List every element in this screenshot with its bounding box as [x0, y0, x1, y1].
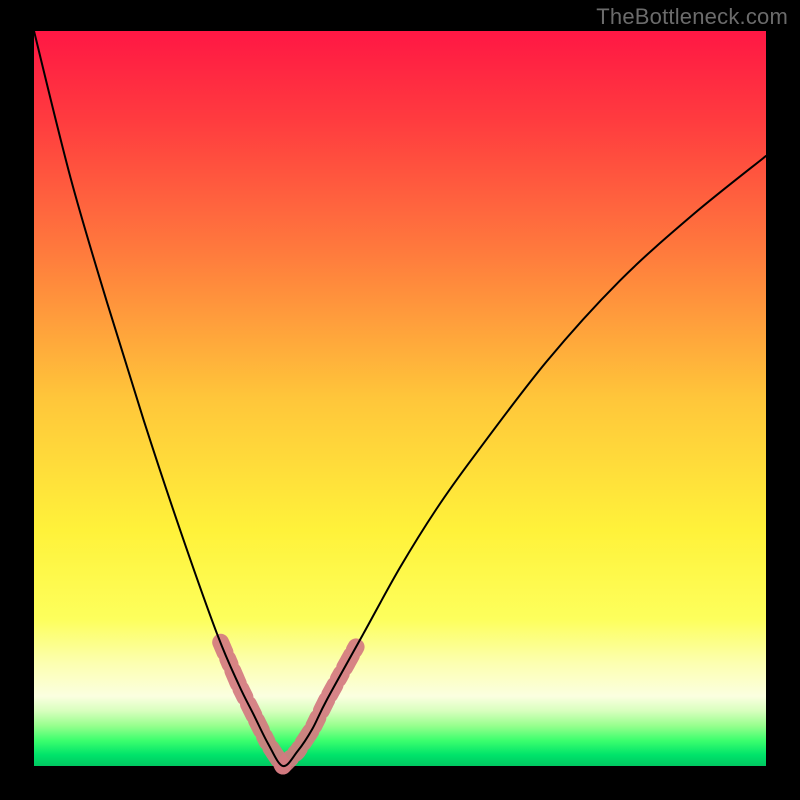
bottleneck-chart	[0, 0, 800, 800]
plot-background	[34, 31, 766, 766]
chart-frame: TheBottleneck.com	[0, 0, 800, 800]
watermark-text: TheBottleneck.com	[596, 4, 788, 30]
